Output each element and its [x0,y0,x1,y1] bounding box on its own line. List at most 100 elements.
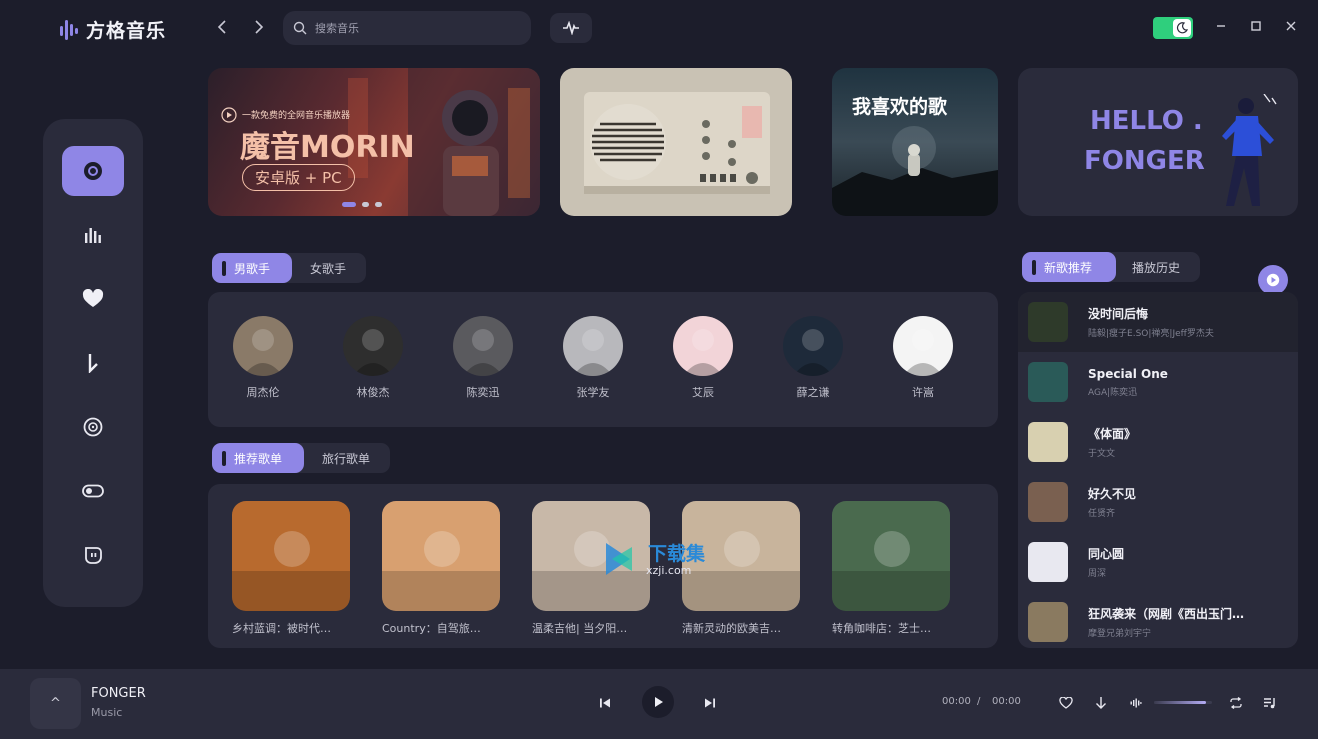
moon-icon [1173,19,1191,37]
close-button[interactable] [1280,17,1302,39]
singer-item[interactable]: 艾辰 [673,316,733,400]
tab-indicator [222,260,226,276]
repeat-button[interactable] [1225,692,1247,714]
song-title: 狂风袭来（网剧《西出玉门… [1088,607,1245,621]
banner-title: 魔音MORIN [240,130,415,165]
watermark: 下载集 xzji.com [598,537,728,581]
singer-name: 张学友 [576,386,610,399]
watermark-logo [606,543,632,575]
sidebar-item-about[interactable] [62,530,124,580]
watermark-sub: xzji.com [646,564,692,577]
close-icon [1286,21,1296,31]
person-illustration [1222,94,1277,206]
singer-avatar[interactable] [343,316,403,376]
singer-item[interactable]: 周杰伦 [233,316,293,400]
sidebar-item-settings[interactable] [62,466,124,516]
previous-button[interactable] [594,692,616,714]
vinyl-icon [83,417,103,437]
playlist-queue-button[interactable] [1259,692,1281,714]
song-title: 同心圆 [1088,547,1125,561]
time-current: 00:00 [942,696,971,707]
tab-play-history[interactable]: 播放历史 [1116,252,1200,282]
tab-female-singers[interactable]: 女歌手 [292,253,366,283]
singer-item[interactable]: 薛之谦 [783,316,843,400]
singer-item[interactable]: 张学友 [563,316,623,400]
play-badge-icon [221,107,237,123]
banner-hello: HELLO . FONGER [1018,68,1298,216]
singer-item[interactable]: 许嵩 [893,316,953,400]
volume-slider[interactable] [1154,701,1212,704]
singer-name: 周杰伦 [246,386,280,399]
playlist-cover[interactable] [832,501,950,611]
playlist-card[interactable]: 乡村蓝调：被时代… [232,501,350,636]
tab-recommended-playlists[interactable]: 推荐歌单 [212,443,304,473]
song-row[interactable]: 好久不见 任贤齐 [1018,472,1298,532]
heart-outline-icon [1059,697,1073,709]
carousel-dot-active[interactable] [342,202,356,207]
playlist-card[interactable]: 转角咖啡店：芝士… [832,501,950,636]
song-row[interactable]: Special One AGA|陈奕迅 [1018,352,1298,412]
song-cover [1028,542,1068,582]
banner-morin[interactable]: 一款免费的全网音乐播放器 魔音MORIN 安卓版 + PC [208,68,540,216]
banner-my-favorites[interactable]: 我喜欢的歌 [832,68,998,216]
song-artist: 摩登兄弟刘宇宁 [1088,629,1152,639]
tab-label: 新歌推荐 [1044,260,1093,275]
song-row[interactable]: 没时间后悔 陆毅|瘦子E.SO|禅亮|Jeff罗杰夫 [1018,292,1298,352]
play-icon [1266,273,1280,287]
tab-travel-playlists[interactable]: 旅行歌单 [304,443,390,473]
download-button[interactable] [1090,692,1112,714]
singer-avatar[interactable] [783,316,843,376]
play-all-button[interactable] [1258,265,1288,295]
singer-item[interactable]: 林俊杰 [343,316,403,400]
sidebar-item-albums[interactable] [62,402,124,452]
carousel-dot[interactable] [375,202,382,207]
singer-avatar[interactable] [893,316,953,376]
singer-avatar[interactable] [563,316,623,376]
singer-avatar[interactable] [233,316,293,376]
tab-new-songs[interactable]: 新歌推荐 [1022,252,1116,282]
singer-item[interactable]: 陈奕迅 [453,316,513,400]
search-input[interactable] [315,21,505,35]
now-playing-subtitle: Music [91,706,123,719]
bot-icon [85,547,102,564]
song-artist: 周深 [1088,569,1107,579]
playlist-cover[interactable] [382,501,500,611]
banner-tagline: 一款免费的全网音乐播放器 [242,111,351,121]
song-row[interactable]: 同心圆 周深 [1018,532,1298,592]
song-row[interactable]: 狂风袭来（网剧《西出玉门… 摩登兄弟刘宇宁 [1018,592,1298,648]
tab-indicator [222,450,226,466]
sidebar-item-discover[interactable] [62,146,124,196]
song-row[interactable]: 《体面》 于文文 [1018,412,1298,472]
sidebar-item-downloads[interactable] [62,338,124,388]
theme-toggle[interactable] [1153,17,1193,39]
queue-icon [1264,698,1275,709]
forward-button[interactable] [248,18,270,40]
banner-radio[interactable] [560,68,792,216]
search-box[interactable] [283,11,531,45]
playlist-card[interactable]: Country：自驾旅… [382,501,500,636]
song-cover [1028,422,1068,462]
back-button[interactable] [211,18,233,40]
banner-subtitle: 安卓版 + PC [242,164,355,191]
volume-button[interactable] [1125,692,1147,714]
playlist-cover[interactable] [232,501,350,611]
maximize-button[interactable] [1245,17,1267,39]
toggle-icon [82,484,104,498]
sidebar-item-favorites[interactable] [62,274,124,324]
next-button[interactable] [699,692,721,714]
carousel-dot[interactable] [362,202,369,207]
heart-icon [82,289,104,307]
singer-avatar[interactable] [453,316,513,376]
play-pause-button[interactable] [642,686,674,718]
songs-panel: 没时间后悔 陆毅|瘦子E.SO|禅亮|Jeff罗杰夫 Special One AGA|… [1018,292,1298,648]
sidebar-item-charts[interactable] [62,210,124,260]
now-playing-cover[interactable]: ^ [30,678,81,729]
song-cover [1028,302,1068,342]
minimize-button[interactable] [1210,17,1232,39]
singer-avatar[interactable] [673,316,733,376]
like-button[interactable] [1055,692,1077,714]
chevron-left-icon [217,20,226,34]
listen-recognize-button[interactable] [550,13,592,43]
tab-male-singers[interactable]: 男歌手 [212,253,292,283]
chart-bars-icon [85,228,101,243]
